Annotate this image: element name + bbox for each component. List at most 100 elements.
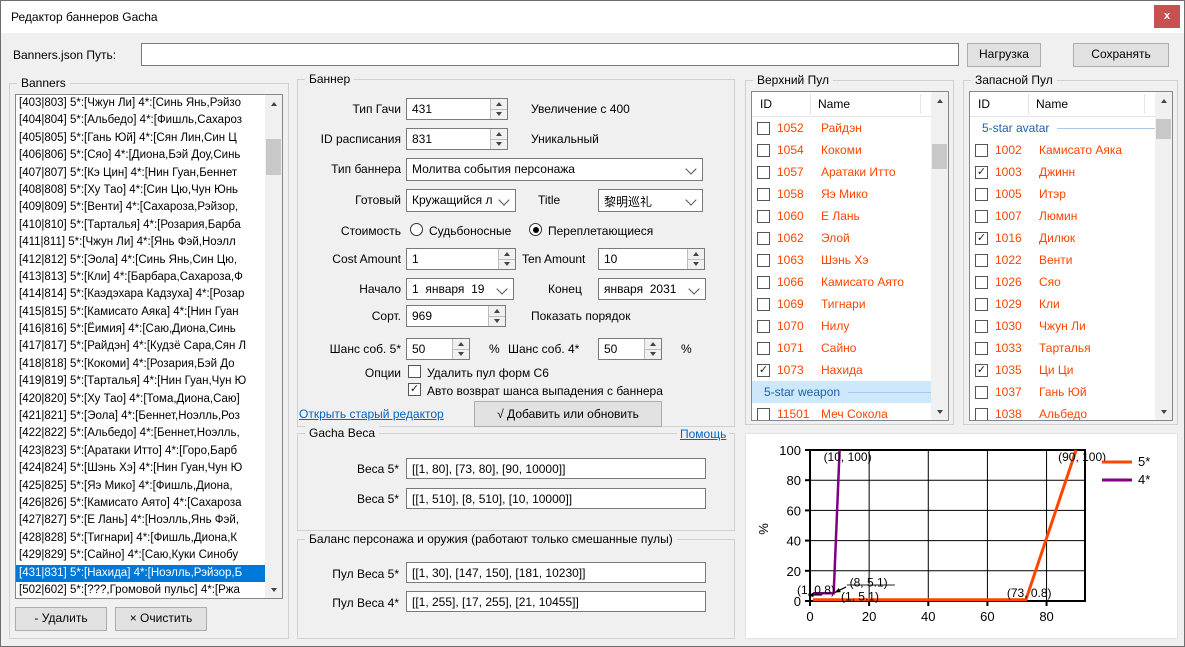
chance4-spinner[interactable]: 50 [598, 338, 662, 360]
remove-c6-label[interactable]: Удалить пул форм С6 [427, 366, 549, 380]
save-button[interactable]: Сохранять [1073, 43, 1169, 67]
spin-down-icon[interactable] [491, 140, 507, 150]
banner-list-item[interactable]: [413|813] 5*:[Кли] 4*:[Барбара,Сахароза,… [16, 269, 267, 286]
scroll-down-icon[interactable] [931, 403, 948, 420]
pool-row-checkbox[interactable]: ✓ [975, 232, 988, 245]
col-id[interactable]: ID [760, 97, 772, 111]
pool-row[interactable]: 1063Шэнь Хэ [752, 249, 948, 271]
pool-row[interactable]: 1029Кли [970, 293, 1172, 315]
radio-fate-label[interactable]: Судьбоносные [429, 224, 511, 238]
auto-return-label[interactable]: Авто возврат шанса выпадения с баннера [427, 384, 663, 398]
spin-up-icon[interactable] [491, 99, 507, 110]
ten-amount-spinner[interactable]: 10 [598, 248, 705, 270]
banner-list-item[interactable]: [420|820] 5*:[Ху Тао] 4*:[Тома,Диона,Саю… [16, 391, 267, 408]
banner-list-item[interactable]: [422|822] 5*:[Альбедо] 4*:[Беннет,Ноэлль… [16, 425, 267, 442]
banner-list-item[interactable]: [414|814] 5*:[Каэдэхара Кадзуха] 4*:[Роз… [16, 286, 267, 303]
start-date-combo[interactable]: 1 января 19 [406, 278, 514, 300]
scroll-down-icon[interactable] [1155, 403, 1172, 420]
banner-list-item[interactable]: [415|815] 5*:[Камисато Аяка] 4*:[Нин Гуа… [16, 304, 267, 321]
pool-row-checkbox[interactable] [757, 408, 770, 421]
pool-row-checkbox[interactable]: ✓ [975, 364, 988, 377]
pool-row-checkbox[interactable] [975, 320, 988, 333]
banner-list-item[interactable]: [419|819] 5*:[Тарталья] 4*:[Нин Гуан,Чун… [16, 373, 267, 390]
clear-banners-button[interactable]: × Очистить [115, 607, 207, 631]
scrollbar-thumb[interactable] [266, 139, 281, 175]
banner-list-item[interactable]: [417|817] 5*:[Райдэн] 4*:[Кудзё Сара,Сян… [16, 338, 267, 355]
path-input[interactable] [141, 43, 959, 66]
auto-return-checkbox[interactable]: ✓ [408, 383, 421, 396]
title-combo[interactable]: 黎明巡礼 [598, 189, 703, 212]
banners-list[interactable]: [403|803] 5*:[Чжун Ли] 4*:[Синь Янь,Рэйз… [15, 94, 283, 599]
pool-row[interactable]: 1038Альбедо [970, 403, 1172, 421]
banner-list-item[interactable]: [410|810] 5*:[Тарталья] 4*:[Розария,Барб… [16, 217, 267, 234]
pool-row-checkbox[interactable] [757, 298, 770, 311]
pool-row[interactable]: 1071Сайно [752, 337, 948, 359]
banner-list-item[interactable]: [405|805] 5*:[Гань Юй] 4*:[Сян Лин,Син Ц [16, 130, 267, 147]
spin-up-icon[interactable] [499, 249, 515, 260]
pool-row-checkbox[interactable] [975, 342, 988, 355]
pool-row-checkbox[interactable] [975, 210, 988, 223]
spin-down-icon[interactable] [489, 317, 505, 327]
sort-spinner[interactable]: 969 [406, 305, 506, 327]
banner-list-item[interactable]: [403|803] 5*:[Чжун Ли] 4*:[Синь Янь,Рэйз… [16, 95, 267, 112]
pool-row-checkbox[interactable] [975, 144, 988, 157]
banner-list-item[interactable]: [404|804] 5*:[Альбедо] 4*:[Фишль,Сахароз [16, 112, 267, 129]
pool-row-checkbox[interactable] [975, 298, 988, 311]
add-or-update-button[interactable]: √ Добавить или обновить [474, 401, 662, 427]
pool5-input[interactable] [406, 562, 706, 583]
radio-fate[interactable] [410, 223, 423, 236]
banner-list-item[interactable]: [426|826] 5*:[Камисато Аято] 4*:[Сахароз… [16, 495, 267, 512]
banner-list-item[interactable]: [421|821] 5*:[Эола] 4*:[Беннет,Ноэлль,Ро… [16, 408, 267, 425]
pool-row[interactable]: 1054Кокоми [752, 139, 948, 161]
pool-row[interactable]: 1058Яэ Мико [752, 183, 948, 205]
pool-row-checkbox[interactable] [975, 276, 988, 289]
banner-list-item[interactable]: [424|824] 5*:[Шэнь Хэ] 4*:[Нин Гуан,Чун … [16, 460, 267, 477]
delete-banner-button[interactable]: - Удалить [15, 607, 107, 631]
col-name[interactable]: Name [818, 97, 850, 111]
banner-list-item[interactable]: [428|828] 5*:[Тигнари] 4*:[Фишль,Диона,К [16, 530, 267, 547]
prefab-combo[interactable]: Кружащийся л [406, 189, 516, 212]
scroll-up-icon[interactable] [931, 92, 948, 109]
banner-list-item[interactable]: [407|807] 5*:[Кэ Цин] 4*:[Нин Гуан,Бенне… [16, 165, 267, 182]
pool-row-checkbox[interactable] [757, 144, 770, 157]
spin-up-icon[interactable] [453, 339, 469, 350]
weights5b-input[interactable] [406, 488, 706, 509]
pool-row[interactable]: 1007Люмин [970, 205, 1172, 227]
spin-up-icon[interactable] [688, 249, 704, 260]
spin-down-icon[interactable] [499, 260, 515, 270]
pool-row[interactable]: ✓1016Дилюк [970, 227, 1172, 249]
banner-type-combo[interactable]: Молитва события персонажа [406, 158, 703, 181]
pool-row-checkbox[interactable]: ✓ [757, 364, 770, 377]
spin-up-icon[interactable] [645, 339, 661, 350]
banner-list-item[interactable]: [416|816] 5*:[Ёимия] 4*:[Саю,Диона,Синь [16, 321, 267, 338]
pool-row-checkbox[interactable] [757, 210, 770, 223]
pool-row[interactable]: 1052Райдэн [752, 117, 948, 139]
pool-row[interactable]: ✓1073Нахида [752, 359, 948, 381]
pool-row[interactable]: 1022Венти [970, 249, 1172, 271]
gacha-type-spinner[interactable]: 431 [406, 98, 508, 120]
pool-row[interactable]: 11501Меч Сокола [752, 403, 948, 421]
pool-row[interactable]: 1037Гань Юй [970, 381, 1172, 403]
pool-row-checkbox[interactable] [757, 276, 770, 289]
pool-row[interactable]: ✓1003Джинн [970, 161, 1172, 183]
chance5-spinner[interactable]: 50 [406, 338, 470, 360]
pool-row-checkbox[interactable] [757, 122, 770, 135]
col-name[interactable]: Name [1036, 97, 1068, 111]
pool-row[interactable]: 1060Е Лань [752, 205, 948, 227]
banner-list-item[interactable]: [427|827] 5*:[Е Лань] 4*:[Ноэлль,Янь Фэй… [16, 512, 267, 529]
banner-list-item[interactable]: [429|829] 5*:[Сайно] 4*:[Саю,Куки Синобу [16, 547, 267, 564]
spin-down-icon[interactable] [453, 350, 469, 360]
load-button[interactable]: Нагрузка [967, 43, 1041, 67]
banner-list-item[interactable]: [408|808] 5*:[Ху Тао] 4*:[Син Цю,Чун Юнь [16, 182, 267, 199]
pool-row[interactable]: 1030Чжун Ли [970, 315, 1172, 337]
pool-row-checkbox[interactable] [757, 232, 770, 245]
pool-row[interactable]: 1026Сяо [970, 271, 1172, 293]
weights5a-input[interactable] [406, 458, 706, 479]
pool-row[interactable]: 1005Итэр [970, 183, 1172, 205]
pool-row-checkbox[interactable] [975, 254, 988, 267]
remove-c6-checkbox[interactable] [408, 365, 421, 378]
pool-row-checkbox[interactable] [975, 188, 988, 201]
pool-row[interactable]: 1069Тигнари [752, 293, 948, 315]
pool-row[interactable]: 1033Тарталья [970, 337, 1172, 359]
pool-row[interactable]: 1070Нилу [752, 315, 948, 337]
